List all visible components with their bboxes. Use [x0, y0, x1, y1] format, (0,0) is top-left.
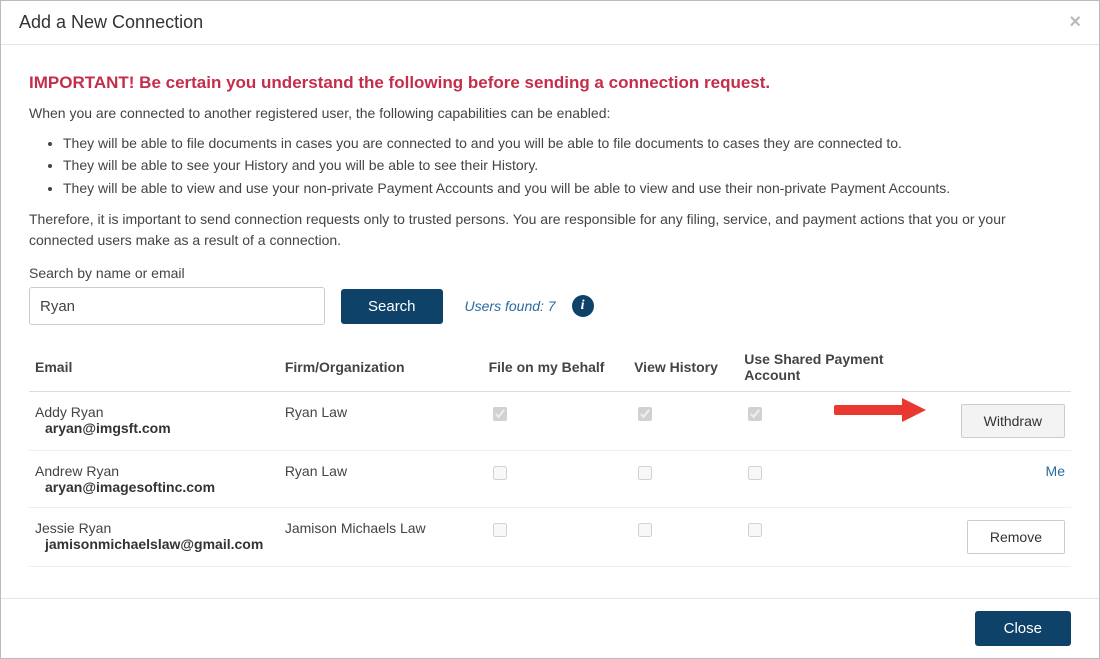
modal-header: Add a New Connection × [1, 1, 1099, 45]
user-name: Andrew Ryan [35, 463, 273, 479]
search-row: Search Users found: 7 i [29, 287, 1071, 325]
user-email: aryan@imgsft.com [35, 420, 273, 436]
search-input[interactable] [29, 287, 325, 325]
modal-title: Add a New Connection [19, 12, 203, 33]
me-label: Me [1046, 463, 1065, 479]
col-header-firm: Firm/Organization [279, 343, 483, 392]
modal-body: IMPORTANT! Be certain you understand the… [1, 45, 1099, 598]
user-firm: Jamison Michaels Law [279, 508, 483, 567]
user-email: jamisonmichaelslaw@gmail.com [35, 536, 273, 552]
close-button[interactable]: Close [975, 611, 1071, 646]
user-firm: Ryan Law [279, 451, 483, 508]
file-on-behalf-checkbox [493, 407, 507, 421]
modal-footer: Close [1, 598, 1099, 658]
warning-intro: When you are connected to another regist… [29, 103, 1071, 124]
search-button[interactable]: Search [341, 289, 443, 324]
close-icon[interactable]: × [1069, 11, 1081, 34]
view-history-checkbox [638, 407, 652, 421]
remove-button[interactable]: Remove [967, 520, 1065, 554]
withdraw-button[interactable]: Withdraw [961, 404, 1065, 438]
table-row: Jessie Ryanjamisonmichaelslaw@gmail.com J… [29, 508, 1071, 567]
col-header-history: View History [628, 343, 738, 392]
user-firm: Ryan Law [279, 392, 483, 451]
search-label: Search by name or email [29, 265, 1071, 281]
warning-bullet: They will be able to file documents in c… [63, 132, 1071, 154]
warning-heading: IMPORTANT! Be certain you understand the… [29, 73, 1071, 93]
file-on-behalf-checkbox [493, 466, 507, 480]
shared-payment-checkbox [748, 407, 762, 421]
table-row: Addy Ryanaryan@imgsft.com Ryan Law Withdra… [29, 392, 1071, 451]
table-row: Andrew Ryanaryan@imagesoftinc.com Ryan La… [29, 451, 1071, 508]
users-found-label: Users found: 7 [465, 298, 556, 314]
warning-bullet: They will be able to see your History an… [63, 154, 1071, 176]
view-history-checkbox [638, 523, 652, 537]
warning-bullets: They will be able to file documents in c… [29, 132, 1071, 199]
view-history-checkbox [638, 466, 652, 480]
shared-payment-checkbox [748, 466, 762, 480]
warning-bullet: They will be able to view and use your n… [63, 177, 1071, 199]
file-on-behalf-checkbox [493, 523, 507, 537]
col-header-shared: Use Shared Payment Account [738, 343, 946, 392]
col-header-file: File on my Behalf [483, 343, 629, 392]
warning-outro: Therefore, it is important to send conne… [29, 209, 1071, 251]
user-name: Addy Ryan [35, 404, 273, 420]
user-email: aryan@imagesoftinc.com [35, 479, 273, 495]
results-table: Email Firm/Organization File on my Behal… [29, 343, 1071, 567]
callout-arrow-icon [834, 400, 928, 420]
col-header-email: Email [29, 343, 279, 392]
info-icon[interactable]: i [572, 295, 594, 317]
user-name: Jessie Ryan [35, 520, 273, 536]
col-header-action [946, 343, 1071, 392]
shared-payment-checkbox [748, 523, 762, 537]
add-connection-modal: Add a New Connection × IMPORTANT! Be cer… [0, 0, 1100, 659]
